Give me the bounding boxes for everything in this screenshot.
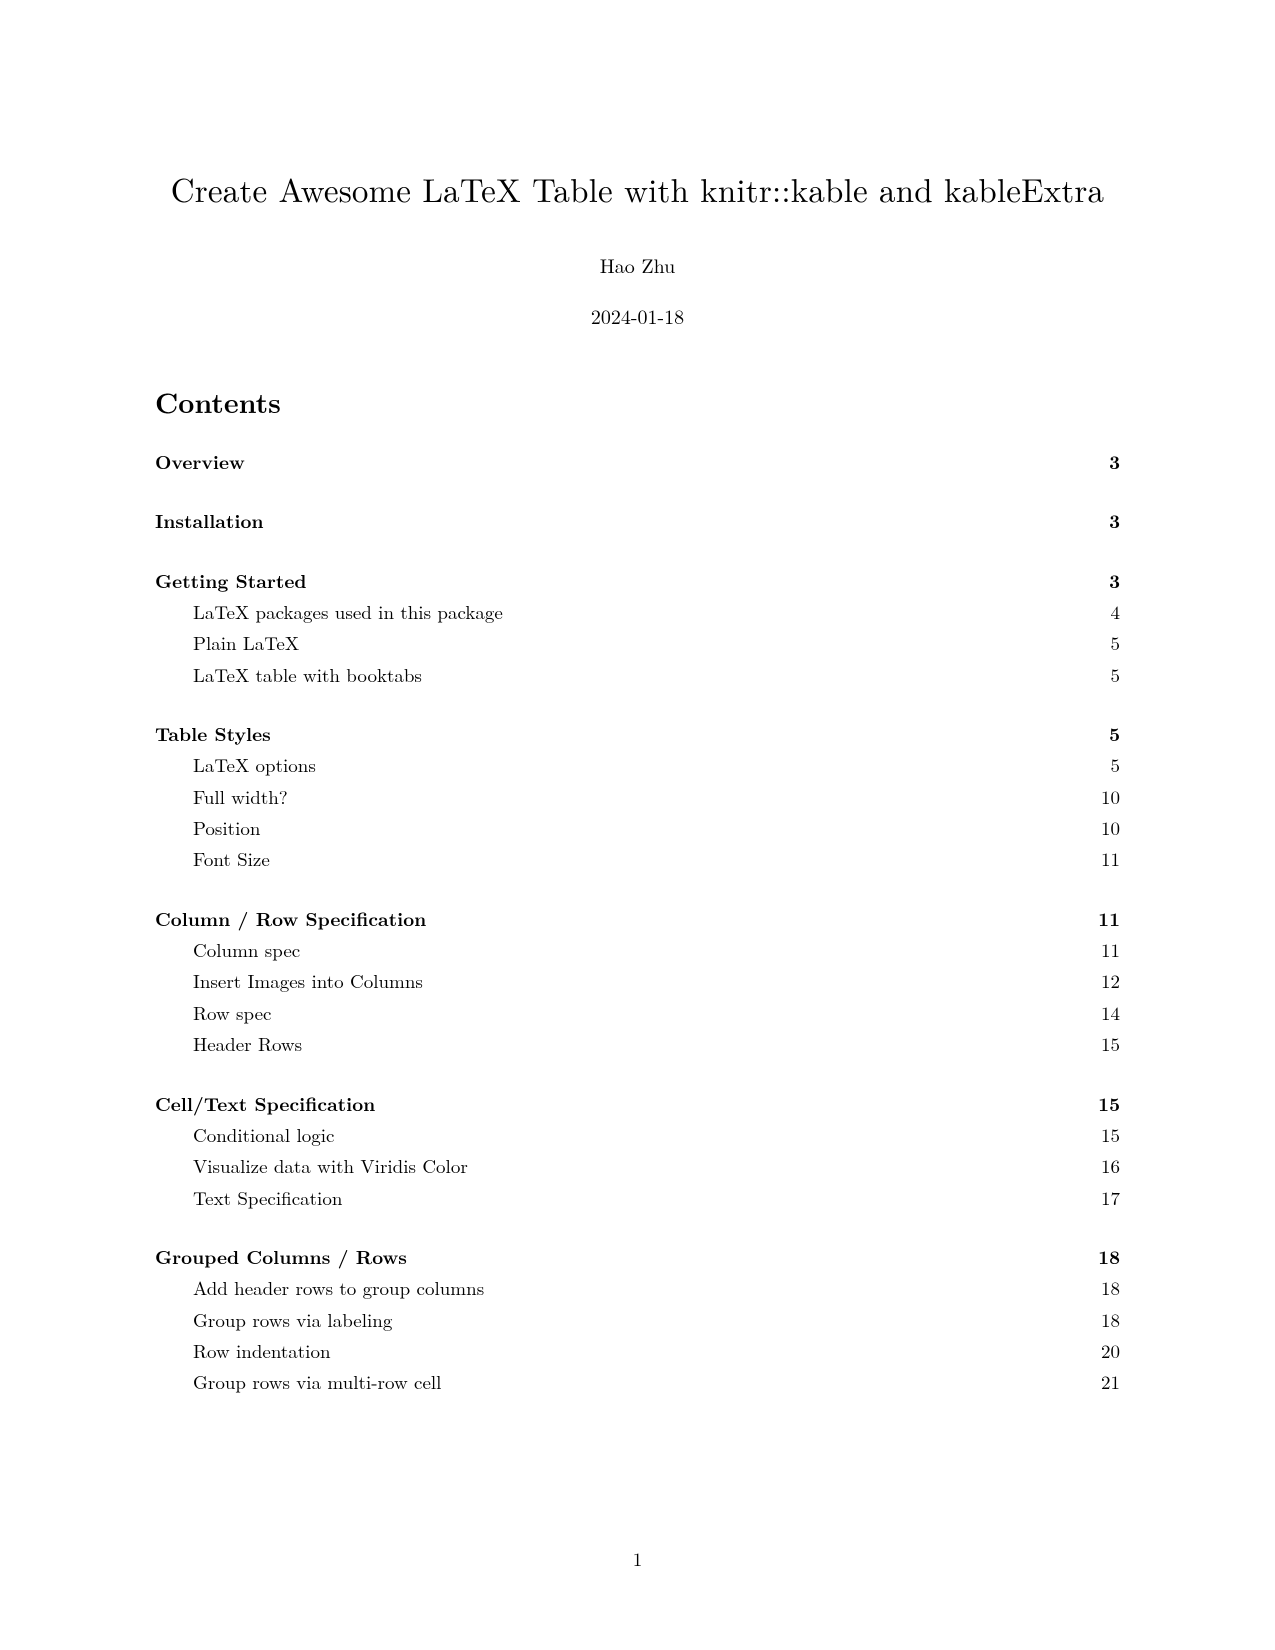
toc-page: 18	[1092, 1241, 1120, 1272]
toc-section: Getting Started 3 LaTeX packages used in…	[155, 565, 1120, 690]
toc-label: LaTeX table with booktabs	[193, 659, 422, 690]
table-of-contents: Overview 3 Installation 3 Getting Starte…	[155, 446, 1120, 1398]
toc-page: 5	[1092, 659, 1120, 690]
document-date: 2024-01-18	[155, 301, 1120, 330]
document-author: Hao Zhu	[155, 250, 1120, 279]
toc-subentry: Visualize data with Viridis Color 16	[155, 1150, 1120, 1181]
contents-heading: Contents	[155, 382, 1120, 422]
toc-subentry: Insert Images into Columns 12	[155, 965, 1120, 996]
toc-label: Full width?	[193, 781, 288, 812]
toc-label: LaTeX options	[193, 749, 316, 780]
toc-page: 3	[1092, 505, 1120, 536]
toc-section: Column / Row Specification 11 Column spe…	[155, 903, 1120, 1060]
toc-page: 20	[1092, 1335, 1120, 1366]
toc-label: Row spec	[193, 997, 271, 1028]
toc-label: Header Rows	[193, 1028, 302, 1059]
toc-label: Cell/Text Specification	[155, 1088, 375, 1119]
toc-page: 5	[1092, 718, 1120, 749]
toc-label: Row indentation	[193, 1335, 331, 1366]
toc-subentry: Text Specification 17	[155, 1182, 1120, 1213]
toc-label: Installation	[155, 505, 264, 536]
toc-label: Add header rows to group columns	[193, 1272, 484, 1303]
toc-subentry: Add header rows to group columns 18	[155, 1272, 1120, 1303]
toc-subentry: Plain LaTeX 5	[155, 627, 1120, 658]
toc-label: Plain LaTeX	[193, 627, 299, 658]
toc-page: 15	[1092, 1028, 1120, 1059]
toc-page: 17	[1092, 1182, 1120, 1213]
toc-entry: Cell/Text Specification 15	[155, 1088, 1120, 1119]
toc-label: LaTeX packages used in this package	[193, 596, 503, 627]
toc-subentry: Column spec 11	[155, 934, 1120, 965]
toc-section: Installation 3	[155, 505, 1120, 536]
toc-label: Font Size	[193, 843, 270, 874]
toc-subentry: Group rows via labeling 18	[155, 1304, 1120, 1335]
toc-page: 11	[1092, 934, 1120, 965]
toc-page: 15	[1092, 1119, 1120, 1150]
toc-label: Insert Images into Columns	[193, 965, 423, 996]
toc-page: 5	[1092, 749, 1120, 780]
toc-label: Grouped Columns / Rows	[155, 1241, 407, 1272]
toc-entry: Table Styles 5	[155, 718, 1120, 749]
toc-subentry: Font Size 11	[155, 843, 1120, 874]
toc-subentry: LaTeX packages used in this package 4	[155, 596, 1120, 627]
toc-label: Group rows via labeling	[193, 1304, 392, 1335]
toc-label: Position	[193, 812, 260, 843]
toc-page: 15	[1092, 1088, 1120, 1119]
page-number: 1	[0, 1545, 1275, 1572]
toc-subentry: Conditional logic 15	[155, 1119, 1120, 1150]
document-title: Create Awesome LaTeX Table with knitr::k…	[155, 165, 1120, 212]
toc-entry: Installation 3	[155, 505, 1120, 536]
toc-label: Text Specification	[193, 1182, 342, 1213]
toc-page: 5	[1092, 627, 1120, 658]
toc-page: 3	[1092, 565, 1120, 596]
toc-page: 18	[1092, 1304, 1120, 1335]
toc-subentry: Header Rows 15	[155, 1028, 1120, 1059]
toc-page: 11	[1092, 903, 1120, 934]
toc-entry: Column / Row Specification 11	[155, 903, 1120, 934]
toc-label: Table Styles	[155, 718, 271, 749]
document-page: Create Awesome LaTeX Table with knitr::k…	[155, 165, 1120, 1426]
toc-label: Visualize data with Viridis Color	[193, 1150, 468, 1181]
toc-label: Overview	[155, 446, 245, 477]
toc-label: Group rows via multi-row cell	[193, 1366, 441, 1397]
toc-label: Column / Row Specification	[155, 903, 426, 934]
toc-section: Table Styles 5 LaTeX options 5 Full widt…	[155, 718, 1120, 875]
toc-page: 18	[1092, 1272, 1120, 1303]
toc-section: Overview 3	[155, 446, 1120, 477]
toc-label: Getting Started	[155, 565, 307, 596]
toc-subentry: Row spec 14	[155, 997, 1120, 1028]
toc-page: 16	[1092, 1150, 1120, 1181]
toc-subentry: Position 10	[155, 812, 1120, 843]
toc-page: 11	[1092, 843, 1120, 874]
toc-subentry: Full width? 10	[155, 781, 1120, 812]
toc-page: 14	[1092, 997, 1120, 1028]
toc-section: Cell/Text Specification 15 Conditional l…	[155, 1088, 1120, 1213]
toc-section: Grouped Columns / Rows 18 Add header row…	[155, 1241, 1120, 1398]
toc-page: 12	[1092, 965, 1120, 996]
toc-label: Column spec	[193, 934, 300, 965]
toc-page: 10	[1092, 781, 1120, 812]
toc-subentry: LaTeX table with booktabs 5	[155, 659, 1120, 690]
toc-page: 10	[1092, 812, 1120, 843]
toc-page: 21	[1092, 1366, 1120, 1397]
toc-page: 4	[1092, 596, 1120, 627]
toc-subentry: Row indentation 20	[155, 1335, 1120, 1366]
toc-label: Conditional logic	[193, 1119, 334, 1150]
toc-entry: Overview 3	[155, 446, 1120, 477]
toc-entry: Getting Started 3	[155, 565, 1120, 596]
toc-subentry: LaTeX options 5	[155, 749, 1120, 780]
toc-page: 3	[1092, 446, 1120, 477]
toc-entry: Grouped Columns / Rows 18	[155, 1241, 1120, 1272]
toc-subentry: Group rows via multi-row cell 21	[155, 1366, 1120, 1397]
